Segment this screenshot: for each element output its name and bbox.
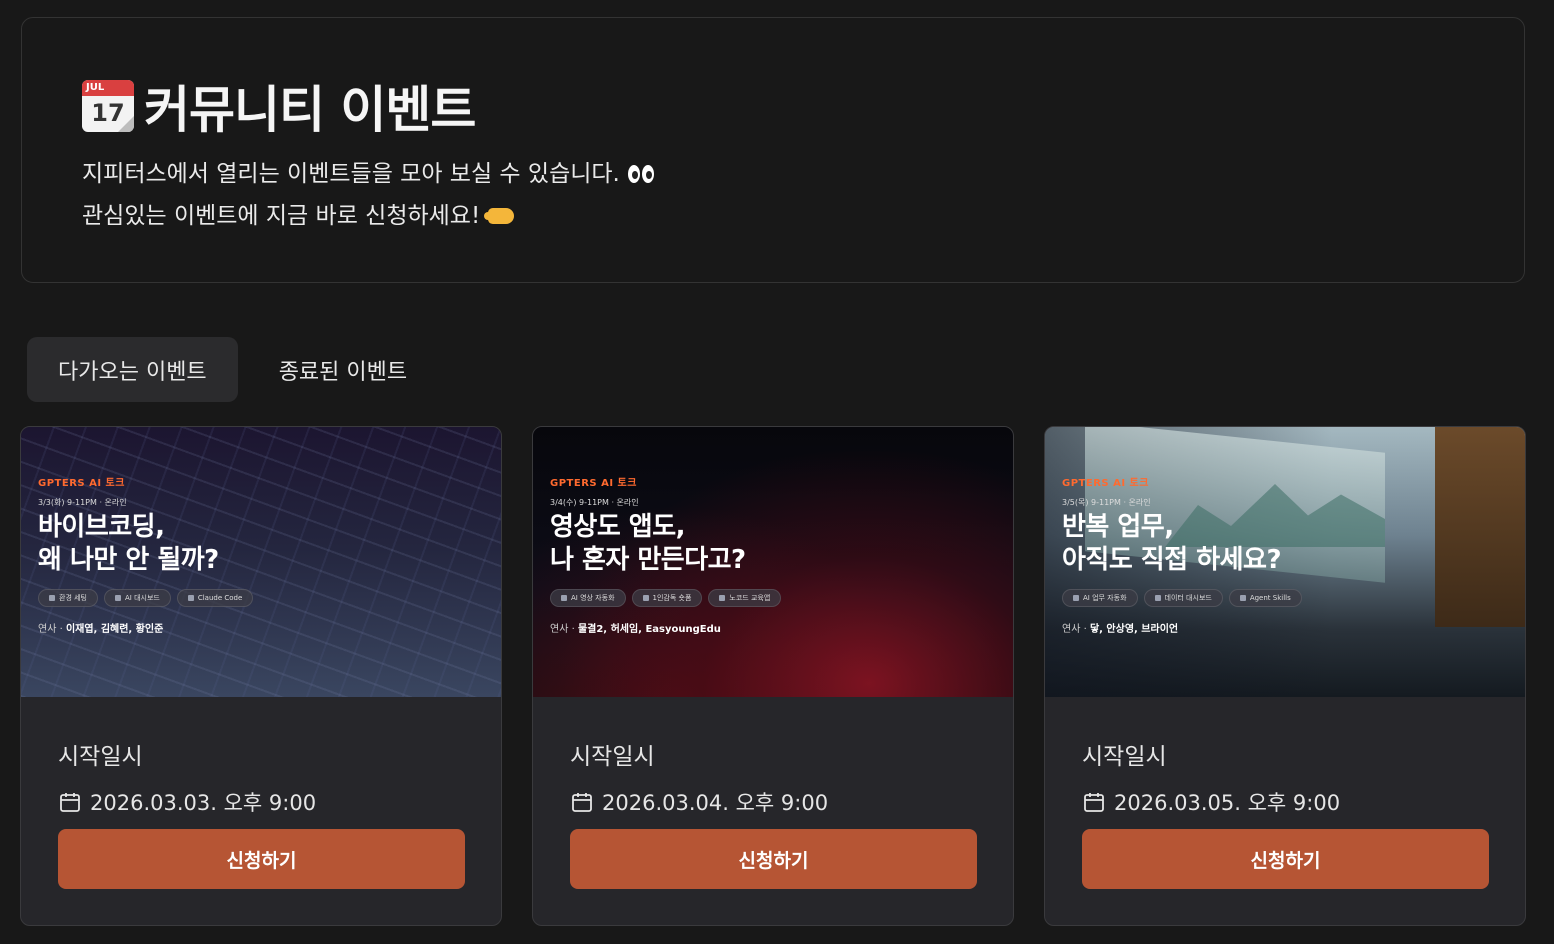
banner-meta: 3/5(목) 9-11PM · 온라인 [1062, 498, 1151, 507]
tab-upcoming-events[interactable]: 다가오는 이벤트 [27, 337, 238, 402]
calendar-emoji-icon: JUL 17 [82, 80, 134, 132]
event-date: 2026.03.04. 오후 9:00 [602, 791, 829, 815]
start-datetime-label: 시작일시 [58, 744, 143, 770]
start-datetime-label: 시작일시 [570, 744, 655, 770]
eyes-emoji-icon [627, 165, 654, 183]
hero-desc-line1: 지피터스에서 열리는 이벤트들을 모아 보실 수 있습니다. [82, 161, 620, 187]
banner-speakers: 연사 · 닿, 안상영, 브라이언 [1062, 624, 1179, 635]
apply-button[interactable]: 신청하기 [58, 829, 465, 889]
event-card[interactable]: GPTERS AI 토크 3/4(수) 9-11PM · 온라인 영상도 앱도,… [532, 426, 1014, 926]
event-card[interactable]: GPTERS AI 토크 3/3(화) 9-11PM · 온라인 바이브코딩, … [20, 426, 502, 926]
start-datetime-label: 시작일시 [1082, 744, 1167, 770]
apply-button[interactable]: 신청하기 [1082, 829, 1489, 889]
banner-meta: 3/3(화) 9-11PM · 온라인 [38, 498, 127, 507]
tab-ended-events[interactable]: 종료된 이벤트 [248, 337, 438, 402]
banner-pill: AI 업무 자동화 [1062, 589, 1138, 607]
banner-pill: 데이터 대시보드 [1143, 589, 1223, 607]
event-date: 2026.03.05. 오후 9:00 [1114, 791, 1341, 815]
banner-tag: GPTERS AI 토크 [1062, 478, 1149, 489]
event-banner-image[interactable]: GPTERS AI 토크 3/3(화) 9-11PM · 온라인 바이브코딩, … [21, 427, 501, 697]
page-title: 커뮤니티 이벤트 [144, 81, 476, 139]
banner-title-line1: 반복 업무, [1062, 512, 1174, 542]
banner-meta: 3/4(수) 9-11PM · 온라인 [550, 498, 639, 507]
calendar-icon [572, 793, 592, 812]
banner-tag: GPTERS AI 토크 [550, 478, 637, 489]
pointing-hand-emoji-icon [484, 208, 515, 224]
hero-desc-line2: 관심있는 이벤트에 지금 바로 신청하세요! [82, 203, 481, 229]
banner-title-line2: 나 혼자 만든다고? [550, 545, 746, 575]
banner-title-line1: 영상도 앱도, [550, 512, 686, 542]
calendar-emoji-month: JUL [82, 80, 134, 96]
banner-title-line2: 아직도 직접 하세요? [1062, 545, 1282, 575]
banner-pill: Agent Skills [1228, 589, 1302, 607]
banner-title: 영상도 앱도, 나 혼자 만든다고? [550, 511, 781, 577]
calendar-icon [60, 793, 80, 812]
hero-title-row: JUL 17 커뮤니티 이벤트 [82, 70, 476, 142]
banner-pill: 1인감독 숏폼 [631, 589, 703, 607]
banner-pill: 환경 세팅 [38, 589, 98, 607]
banner-speakers: 연사 · 물결2, 허세임, EasyoungEdu [550, 624, 721, 635]
event-card[interactable]: GPTERS AI 토크 3/5(목) 9-11PM · 온라인 반복 업무, … [1044, 426, 1526, 926]
event-banner-image[interactable]: GPTERS AI 토크 3/4(수) 9-11PM · 온라인 영상도 앱도,… [533, 427, 1013, 697]
banner-pill: 노코드 교육앱 [708, 589, 782, 607]
banner-title: 반복 업무, 아직도 직접 하세요? [1062, 511, 1302, 577]
banner-speakers: 연사 · 이재엽, 김혜련, 황인준 [38, 624, 164, 635]
banner-tag: GPTERS AI 토크 [38, 478, 125, 489]
event-tabs: 다가오는 이벤트 종료된 이벤트 [27, 337, 438, 402]
calendar-icon [1084, 793, 1104, 812]
event-banner-image[interactable]: GPTERS AI 토크 3/5(목) 9-11PM · 온라인 반복 업무, … [1045, 427, 1525, 697]
banner-title: 바이브코딩, 왜 나만 안 될까? [38, 511, 253, 577]
event-date: 2026.03.03. 오후 9:00 [90, 791, 317, 815]
hero-description: 지피터스에서 열리는 이벤트들을 모아 보실 수 있습니다. 관심있는 이벤트에… [82, 153, 654, 237]
banner-pill: Claude Code [176, 589, 254, 607]
banner-title-line1: 바이브코딩, [38, 512, 165, 542]
hero-section: JUL 17 커뮤니티 이벤트 지피터스에서 열리는 이벤트들을 모아 보실 수… [21, 17, 1525, 283]
banner-pill: AI 대시보드 [104, 589, 171, 607]
apply-button[interactable]: 신청하기 [570, 829, 977, 889]
banner-title-line2: 왜 나만 안 될까? [38, 545, 219, 575]
banner-pill: AI 영상 자동화 [550, 589, 626, 607]
